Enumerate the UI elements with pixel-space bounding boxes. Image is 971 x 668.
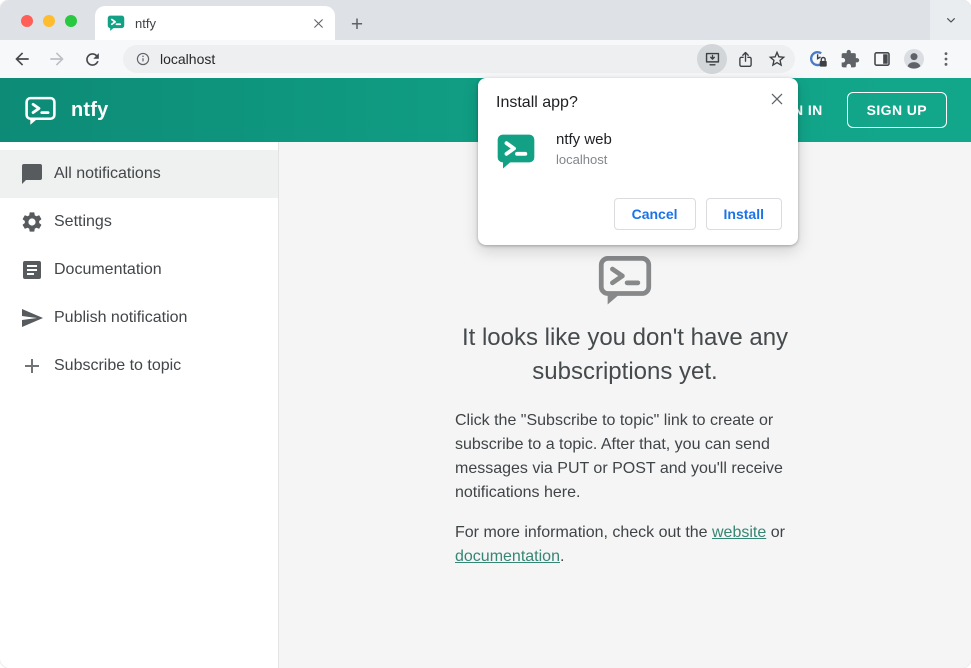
sidebar: All notifications Settings Documentation…	[0, 142, 279, 668]
site-info-icon[interactable]	[135, 51, 151, 67]
browser-tab-ntfy[interactable]: ntfy	[95, 6, 335, 40]
install-app-button[interactable]	[697, 44, 727, 74]
chevron-down-icon[interactable]	[943, 12, 959, 28]
extensions-puzzle-icon[interactable]	[835, 45, 865, 73]
address-bar[interactable]: localhost	[123, 44, 795, 74]
profile-avatar-icon[interactable]	[899, 45, 929, 73]
reload-button[interactable]	[78, 45, 106, 73]
share-icon[interactable]	[731, 45, 759, 73]
toolbar-extensions-area	[803, 45, 963, 73]
cancel-button[interactable]: Cancel	[613, 198, 696, 230]
sidebar-item-label: All notifications	[54, 165, 161, 182]
sidebar-item-documentation[interactable]: Documentation	[0, 246, 278, 294]
window-controls	[21, 15, 77, 27]
website-link[interactable]: website	[712, 524, 766, 541]
dialog-title: Install app?	[496, 94, 578, 111]
paragraph-text: For more information, check out the	[455, 524, 712, 542]
tab-strip: ntfy +	[0, 0, 971, 40]
back-button[interactable]	[8, 45, 36, 73]
ntfy-logo-icon	[24, 94, 57, 127]
sidebar-item-label: Settings	[54, 213, 112, 230]
tab-search-area	[930, 0, 971, 40]
sidebar-item-label: Subscribe to topic	[54, 357, 182, 374]
sign-up-button[interactable]: SIGN UP	[846, 92, 947, 128]
chat-icon	[20, 162, 44, 186]
plus-icon	[20, 354, 44, 378]
tab-close-icon[interactable]	[309, 14, 327, 32]
install-app-dialog: Install app? ntfy web localhost Cancel I…	[478, 78, 798, 245]
browser-menu-icon[interactable]	[931, 45, 961, 73]
url-text[interactable]: localhost	[160, 51, 697, 67]
browser-window: ntfy + localhost ntfy IN SIGN UP All not…	[0, 0, 971, 668]
ntfy-logo-gray-icon	[595, 251, 655, 308]
tab-title: ntfy	[135, 15, 156, 31]
sidebar-item-subscribe-to-topic[interactable]: Subscribe to topic	[0, 342, 278, 390]
forward-button[interactable]	[43, 45, 71, 73]
browser-toolbar: localhost	[0, 40, 971, 78]
sidebar-item-label: Publish notification	[54, 309, 188, 326]
sidebar-item-label: Documentation	[54, 261, 162, 278]
ntfy-app-icon	[496, 131, 536, 171]
bookmark-star-icon[interactable]	[763, 45, 791, 73]
app-title: ntfy	[71, 98, 109, 121]
dialog-app-name: ntfy web	[556, 131, 612, 148]
paragraph-text: .	[559, 548, 565, 566]
minimize-window-button[interactable]	[43, 15, 55, 27]
empty-state-heading: It looks like you don't have any subscri…	[461, 324, 789, 385]
sidebar-item-publish-notification[interactable]: Publish notification	[0, 294, 278, 342]
documentation-link[interactable]: documentation	[455, 548, 560, 565]
sidebar-item-all-notifications[interactable]: All notifications	[0, 150, 278, 198]
ntfy-favicon-icon	[107, 14, 125, 32]
dialog-close-icon[interactable]	[766, 88, 788, 110]
paragraph-text: or	[766, 524, 785, 542]
article-icon	[20, 258, 44, 282]
sidebar-item-settings[interactable]: Settings	[0, 198, 278, 246]
send-icon	[20, 306, 44, 330]
dialog-app-origin: localhost	[556, 152, 608, 167]
maximize-window-button[interactable]	[65, 15, 77, 27]
empty-state-paragraph: Click the "Subscribe to topic" link to c…	[455, 412, 783, 502]
close-window-button[interactable]	[21, 15, 33, 27]
empty-state-links-paragraph: For more information, check out the webs…	[455, 521, 795, 569]
privacy-extension-icon[interactable]	[803, 45, 833, 73]
new-tab-button[interactable]: +	[343, 11, 371, 39]
side-panel-icon[interactable]	[867, 45, 897, 73]
gear-icon	[20, 210, 44, 234]
install-button[interactable]: Install	[705, 198, 782, 230]
